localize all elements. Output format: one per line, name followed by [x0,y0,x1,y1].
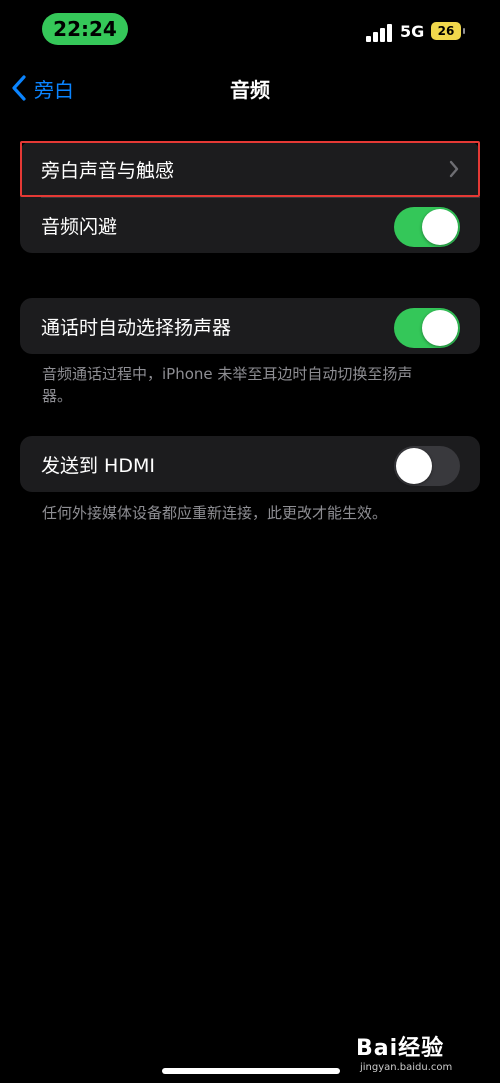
cellular-signal-icon [366,24,392,42]
toggle-knob [422,209,458,245]
audio-ducking-row: 音频闪避 [20,197,480,253]
hdmi-footnote: 任何外接媒体设备都应重新连接，此更改才能生效。 [42,504,388,522]
status-bar: 22:24 5G 26 [0,0,500,60]
watermark-logo: Bai经验 [356,1036,445,1061]
auto-select-speaker-row: 通话时自动选择扬声器 [20,298,480,354]
network-type: 5G [400,22,425,41]
settings-group-speaker: 通话时自动选择扬声器 [20,298,480,354]
page-title: 音频 [230,78,270,102]
row-label: 发送到 HDMI [41,454,155,477]
navigation-bar: 旁白 音频 [0,62,500,116]
row-label: 旁白声音与触感 [41,159,175,182]
baidu-jingyan-watermark: Bai经验 jingyan.baidu.com [356,1030,486,1076]
home-indicator[interactable] [162,1068,340,1074]
audio-ducking-toggle[interactable] [394,207,460,247]
status-time[interactable]: 22:24 [42,13,128,45]
send-to-hdmi-row: 发送到 HDMI [20,436,480,492]
toggle-knob [396,448,432,484]
row-label: 音频闪避 [41,215,118,238]
watermark-site: jingyan.baidu.com [360,1062,453,1073]
row-label: 通话时自动选择扬声器 [41,316,232,339]
toggle-knob [422,310,458,346]
auto-select-speaker-toggle[interactable] [394,308,460,348]
chevron-right-icon [449,160,459,178]
battery-icon: 26 [431,22,465,40]
settings-group-hdmi: 发送到 HDMI [20,436,480,492]
send-to-hdmi-toggle[interactable] [394,446,460,486]
battery-level: 26 [437,24,455,38]
speaker-footnote: 音频通话过程中，iPhone 未举至耳边时自动切换至扬声器。 [42,365,413,405]
settings-group-voiceover: 旁白声音与触感 音频闪避 [20,141,480,253]
voiceover-sounds-haptics-row[interactable]: 旁白声音与触感 [20,141,480,197]
